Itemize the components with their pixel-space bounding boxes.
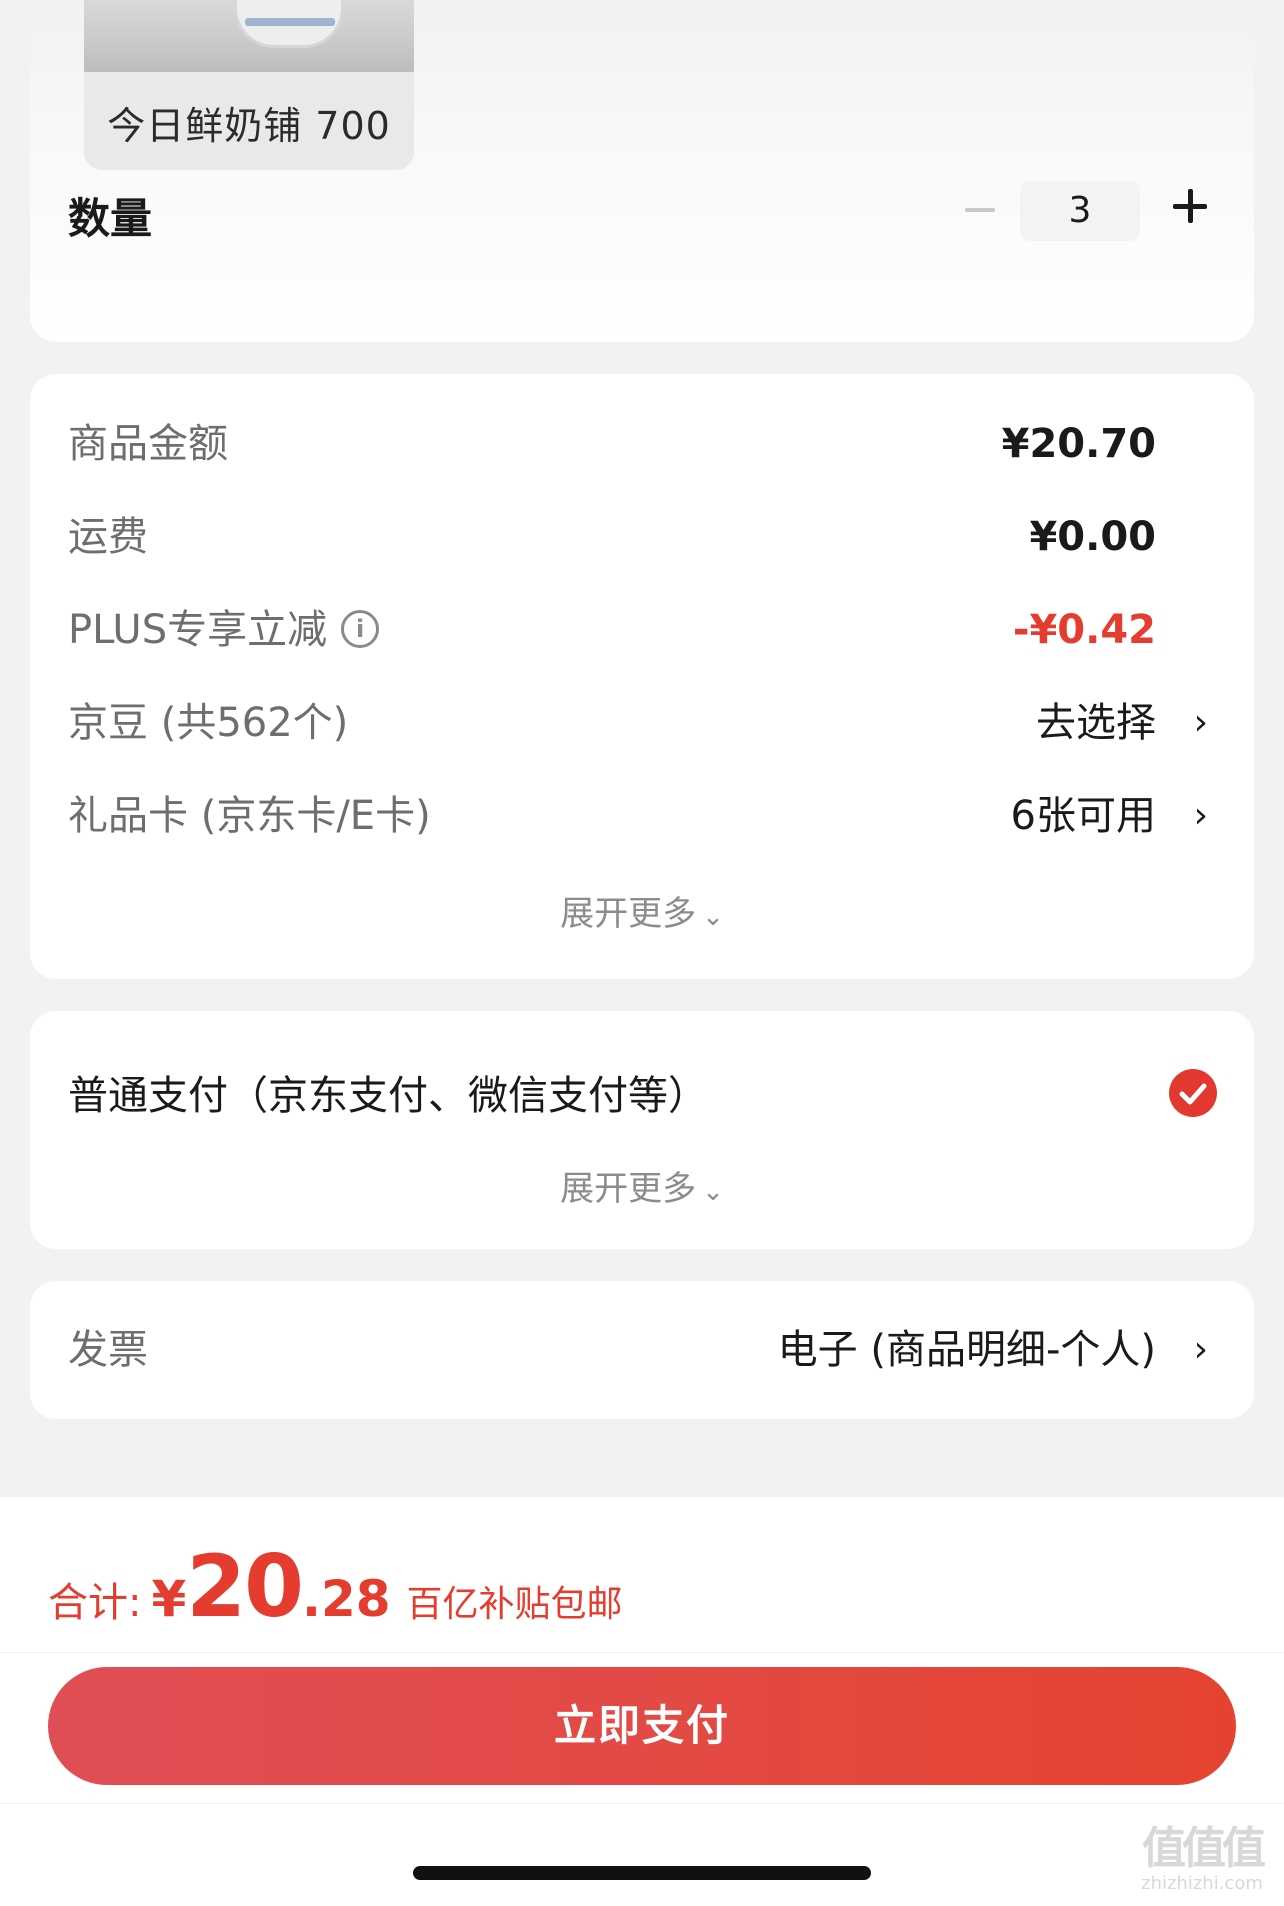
pay-now-button[interactable]: 立即支付 — [48, 1667, 1236, 1785]
checkout-footer: 合计: ¥20.28 百亿补贴包邮 立即支付 — [0, 1497, 1284, 1906]
product-variant-name: 今日鲜奶铺 700 — [107, 104, 391, 148]
invoice-value: 电子 (商品明细-个人) — [777, 1327, 1156, 1373]
invoice-label: 发票 — [68, 1327, 148, 1373]
goods-amount-value: ¥20.70 — [1001, 421, 1156, 467]
invoice-row[interactable]: 发票 电子 (商品明细-个人) › — [68, 1320, 1216, 1380]
goods-amount-row: 商品金额 ¥20.70 — [68, 414, 1216, 474]
payment-method-card: 普通支付（京东支付、微信支付等） 展开更多 ⌄ — [30, 1011, 1254, 1249]
check-circle-icon[interactable] — [1169, 1069, 1217, 1117]
total-note: 百亿补贴包邮 — [406, 1584, 623, 1625]
plus-icon[interactable] — [1173, 189, 1207, 223]
giftcard-value: 6张可用 — [1010, 793, 1156, 839]
watermark-text: 值值值 — [1142, 1823, 1266, 1874]
total-decimal: .28 — [301, 1570, 391, 1628]
divider — [0, 1803, 1284, 1804]
total-label: 合计: — [48, 1580, 142, 1626]
shipping-value: ¥0.00 — [1029, 514, 1156, 560]
chevron-right-icon: › — [1193, 702, 1208, 743]
price-summary-card: 商品金额 ¥20.70 运费 ¥0.00 PLUS专享立减 i -¥0.42 京豆… — [30, 374, 1254, 979]
jingdou-value: 去选择 — [1036, 700, 1156, 746]
order-total: 合计: ¥20.28 百亿补贴包邮 — [48, 1537, 623, 1637]
milk-bottle-image — [234, 0, 344, 48]
watermark-url: zhizhizhi.com — [1141, 1873, 1263, 1894]
chevron-down-icon: ⌄ — [702, 1177, 724, 1207]
jingdou-label: 京豆 (共562个) — [68, 700, 349, 746]
total-integer: 20 — [186, 1537, 304, 1637]
watermark-logo: 值值值 zhizhizhi.com — [1132, 1824, 1272, 1900]
shipping-label: 运费 — [68, 514, 148, 560]
payment-method-label[interactable]: 普通支付（京东支付、微信支付等） — [68, 1063, 708, 1121]
home-indicator[interactable] — [413, 1866, 871, 1880]
bottle-label — [245, 18, 335, 26]
info-icon[interactable]: i — [341, 610, 380, 648]
expand-more-label: 展开更多 — [560, 1169, 697, 1209]
quantity-label: 数量 — [68, 194, 153, 243]
plus-discount-label-wrap: PLUS专享立减 i — [68, 600, 380, 660]
shipping-row: 运费 ¥0.00 — [68, 507, 1216, 567]
product-image — [84, 0, 414, 72]
chevron-down-icon: ⌄ — [702, 902, 724, 932]
chevron-right-icon: › — [1193, 795, 1208, 836]
minus-icon[interactable] — [965, 208, 995, 212]
plus-discount-value: -¥0.42 — [1012, 607, 1156, 653]
product-card: 今日鲜奶铺 700 数量 3 — [30, 0, 1254, 342]
plus-discount-label: PLUS专享立减 — [68, 607, 328, 653]
divider — [0, 1652, 1284, 1653]
giftcard-label: 礼品卡 (京东卡/E卡) — [68, 793, 431, 839]
plus-discount-row: PLUS专享立减 i -¥0.42 — [68, 600, 1216, 660]
product-thumbnail[interactable]: 今日鲜奶铺 700 — [84, 0, 414, 170]
expand-more-prices[interactable]: 展开更多 ⌄ — [30, 886, 1254, 935]
giftcard-row[interactable]: 礼品卡 (京东卡/E卡) 6张可用 › — [68, 786, 1216, 846]
jingdou-row[interactable]: 京豆 (共562个) 去选择 › — [68, 693, 1216, 753]
goods-amount-label: 商品金额 — [68, 421, 228, 467]
quantity-input[interactable]: 3 — [1020, 181, 1140, 241]
expand-more-label: 展开更多 — [560, 894, 697, 934]
total-currency: ¥ — [151, 1570, 187, 1628]
expand-more-payment[interactable]: 展开更多 ⌄ — [30, 1161, 1254, 1210]
invoice-card: 发票 电子 (商品明细-个人) › — [30, 1281, 1254, 1419]
chevron-right-icon: › — [1193, 1329, 1208, 1370]
